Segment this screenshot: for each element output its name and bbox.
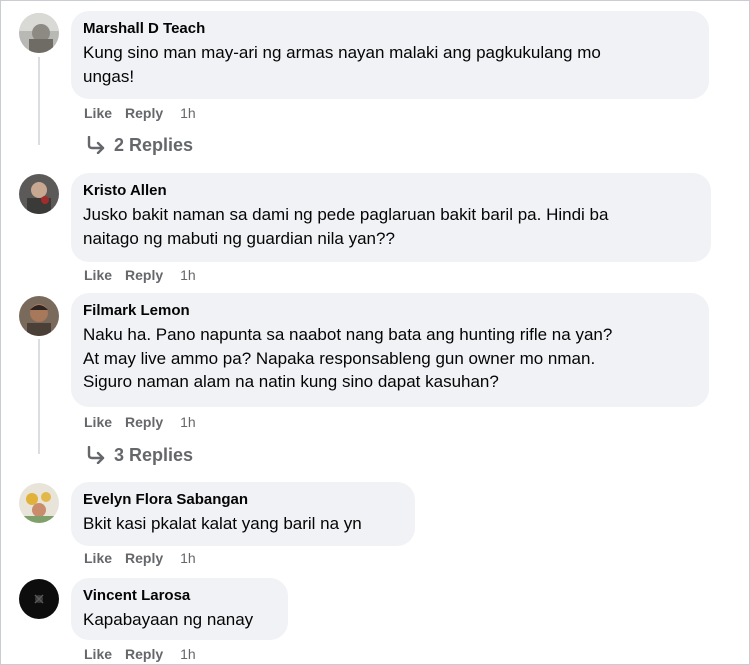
comment-text: Bkit kasi pkalat kalat yang baril na yn — [83, 514, 362, 533]
comment-author[interactable]: Vincent Larosa — [83, 586, 276, 605]
thread-line — [38, 57, 40, 145]
thread-line — [38, 339, 40, 454]
timestamp[interactable]: 1h — [180, 414, 196, 430]
like-button[interactable]: Like — [84, 646, 112, 662]
reply-button[interactable]: Reply — [125, 105, 163, 121]
like-button[interactable]: Like — [84, 550, 112, 566]
comment-bubble: Marshall D Teach Kung sino man may-ari n… — [71, 11, 709, 99]
comment-text: naitago ng mabuti ng guardian nila yan?? — [83, 228, 395, 248]
comment-text: Kung sino man may-ari ng armas nayan mal… — [83, 43, 601, 62]
view-replies-button[interactable]: 3 Replies — [86, 444, 193, 466]
comment-bubble: Vincent Larosa Kapabayaan ng nanay — [71, 578, 288, 640]
comment-author[interactable]: Kristo Allen — [83, 181, 699, 200]
reply-button[interactable]: Reply — [125, 267, 163, 283]
comment-text: At may live ammo pa? Napaka responsablen… — [83, 348, 596, 368]
timestamp[interactable]: 1h — [180, 550, 196, 566]
comment-text: ungas! — [83, 66, 135, 86]
timestamp[interactable]: 1h — [180, 267, 196, 283]
reply-arrow-icon — [87, 135, 105, 155]
comments-panel: Marshall D Teach Kung sino man may-ari n… — [0, 0, 750, 665]
comment-actions: Like Reply 1h — [84, 645, 209, 663]
comment-actions: Like Reply 1h — [84, 413, 209, 431]
comment-bubble: Filmark Lemon Naku ha. Pano napunta sa n… — [71, 293, 709, 407]
comment-actions: Like Reply 1h — [84, 266, 209, 284]
avatar-kristo[interactable] — [19, 174, 59, 214]
comment-actions: Like Reply 1h — [84, 104, 209, 122]
comment-text: Siguro naman alam na natin kung sino dap… — [83, 372, 499, 391]
comment-bubble: Kristo Allen Jusko bakit naman sa dami n… — [71, 173, 711, 262]
view-replies-button[interactable]: 2 Replies — [86, 134, 193, 156]
avatar-evelyn[interactable] — [19, 483, 59, 523]
like-button[interactable]: Like — [84, 267, 112, 283]
comment-actions: Like Reply 1h — [84, 549, 209, 567]
like-button[interactable]: Like — [84, 414, 112, 430]
comment-author[interactable]: Filmark Lemon — [83, 301, 697, 320]
replies-count: 3 Replies — [114, 445, 194, 465]
reply-button[interactable]: Reply — [125, 550, 163, 566]
comment-author[interactable]: Evelyn Flora Sabangan — [83, 490, 403, 509]
avatar-filmark[interactable] — [19, 296, 59, 336]
like-button[interactable]: Like — [84, 105, 112, 121]
timestamp[interactable]: 1h — [180, 105, 196, 121]
comment-text: Naku ha. Pano napunta sa naabot nang bat… — [83, 325, 613, 344]
avatar-vincent[interactable] — [19, 579, 59, 619]
replies-count: 2 Replies — [114, 135, 194, 155]
timestamp[interactable]: 1h — [180, 646, 196, 662]
avatar-marshall[interactable] — [19, 13, 59, 53]
reply-button[interactable]: Reply — [125, 646, 163, 662]
comment-bubble: Evelyn Flora Sabangan Bkit kasi pkalat k… — [71, 482, 415, 546]
reply-arrow-icon — [87, 445, 105, 465]
reply-button[interactable]: Reply — [125, 414, 163, 430]
comment-author[interactable]: Marshall D Teach — [83, 19, 697, 38]
comment-text: Kapabayaan ng nanay — [83, 610, 254, 629]
comment-text: Jusko bakit naman sa dami ng pede paglar… — [83, 205, 609, 224]
